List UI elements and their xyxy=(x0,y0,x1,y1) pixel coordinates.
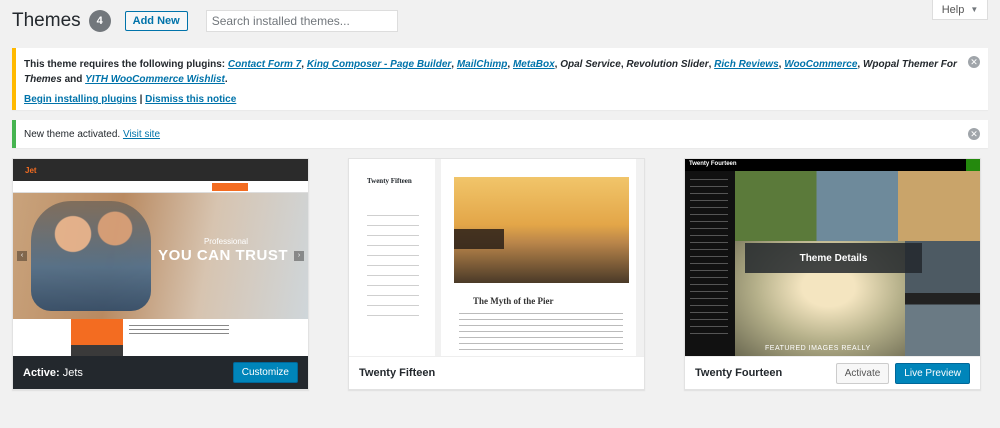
plugin-requirements-notice: This theme requires the following plugin… xyxy=(12,48,988,110)
customize-button[interactable]: Customize xyxy=(232,362,298,383)
theme-name-bar: Active: Jets Customize xyxy=(13,356,308,389)
hero-headline: YOU CAN TRUST xyxy=(158,247,288,264)
plugin-link[interactable]: Rich Reviews xyxy=(714,59,778,70)
plugin-link[interactable]: MailChimp xyxy=(457,59,508,70)
active-theme-name: Jets xyxy=(62,366,83,379)
plugin-name: Revolution Slider xyxy=(626,59,709,70)
activate-button[interactable]: Activate xyxy=(835,362,890,384)
theme-screenshot[interactable]: Jet Professional YOU CAN TRUST ‹ › xyxy=(13,159,308,356)
separator: | xyxy=(139,94,143,105)
notice-message: This theme requires the following plugin… xyxy=(24,59,957,85)
help-label: Help xyxy=(941,3,965,16)
help-button[interactable]: Help ▼ xyxy=(932,0,988,20)
theme-count-badge: 4 xyxy=(88,10,111,32)
close-icon[interactable]: ✕ xyxy=(968,128,980,140)
theme-card-twenty-fifteen[interactable]: Twenty Fifteen The Myth of the Pier Twen… xyxy=(348,158,645,390)
visit-site-link[interactable]: Visit site xyxy=(123,129,160,140)
plugin-link[interactable]: YITH WooCommerce Wishlist xyxy=(85,74,225,85)
live-preview-button[interactable]: Live Preview xyxy=(895,362,970,384)
notice-actions: Begin installing plugins | Dismiss this … xyxy=(24,92,958,107)
activated-text: New theme activated. xyxy=(24,129,121,140)
close-icon[interactable]: ✕ xyxy=(968,56,980,68)
chevron-right-icon: › xyxy=(294,251,304,261)
theme-name: Active: Jets xyxy=(23,367,233,379)
theme-name: Twenty Fifteen xyxy=(359,367,436,379)
plugin-link[interactable]: King Composer - Page Builder xyxy=(307,59,451,70)
add-new-button[interactable]: Add New xyxy=(124,11,188,31)
site-title: Twenty Fourteen xyxy=(689,161,737,167)
plugin-link[interactable]: Contact Form 7 xyxy=(228,59,301,70)
plugin-link[interactable]: MetaBox xyxy=(513,59,555,70)
theme-name: Twenty Fourteen xyxy=(695,367,783,379)
begin-installing-link[interactable]: Begin installing plugins xyxy=(24,94,137,105)
caret-down-icon: ▼ xyxy=(970,5,979,14)
active-prefix: Active: xyxy=(23,366,60,379)
jets-logo: Jet xyxy=(25,166,37,175)
site-title: Twenty Fifteen xyxy=(367,177,412,185)
dismiss-notice-link[interactable]: Dismiss this notice xyxy=(145,94,236,105)
theme-card-twenty-fourteen[interactable]: Twenty Fourteen FEATURED IMAGES REALLY T… xyxy=(684,158,981,390)
hero-subheadline: Professional xyxy=(203,237,248,246)
theme-screenshot[interactable]: Twenty Fifteen The Myth of the Pier xyxy=(349,159,644,356)
chevron-left-icon: ‹ xyxy=(17,251,27,261)
page-title: Themes xyxy=(12,10,81,31)
plugin-name: Opal Service xyxy=(560,59,621,70)
theme-activated-notice: New theme activated. Visit site ✕ xyxy=(12,120,988,148)
theme-card-jets[interactable]: Jet Professional YOU CAN TRUST ‹ › Activ… xyxy=(12,158,309,390)
theme-details-overlay[interactable]: Theme Details xyxy=(745,243,922,273)
featured-grid xyxy=(735,171,980,241)
plugin-link[interactable]: WooCommerce xyxy=(784,59,857,70)
search-input[interactable] xyxy=(205,10,398,32)
theme-name-bar: Twenty Fourteen Activate Live Preview xyxy=(685,356,980,389)
theme-name-bar: Twenty Fifteen xyxy=(349,356,644,389)
post-title: The Myth of the Pier xyxy=(473,296,554,306)
theme-screenshot[interactable]: Twenty Fourteen FEATURED IMAGES REALLY T… xyxy=(685,159,980,356)
page-header: Themes 4 Add New xyxy=(12,10,398,32)
notice-lead: This theme requires the following plugin… xyxy=(24,59,228,70)
hero-people xyxy=(31,201,151,311)
featured-caption: FEATURED IMAGES REALLY xyxy=(765,345,871,352)
